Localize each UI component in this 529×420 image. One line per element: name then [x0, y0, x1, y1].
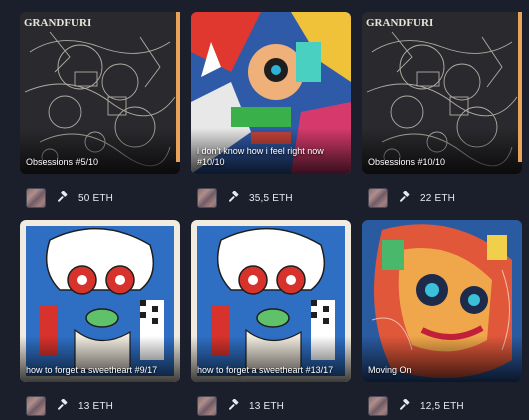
card-edge-accent [518, 12, 522, 162]
gavel-icon [58, 399, 68, 410]
nft-card[interactable]: GRANDFURI Obsessions #10/10 22 ETH [362, 12, 522, 212]
artwork-logo-text: GRANDFURI [24, 17, 91, 29]
nft-meta: 13 ETH [26, 396, 180, 416]
gavel-icon [400, 191, 410, 202]
nft-price: 22 ETH [420, 192, 456, 204]
nft-price: 13 ETH [78, 400, 114, 412]
nft-card[interactable]: GRANDFURI Obsessions #5/10 50 ETH [20, 12, 180, 212]
nft-title: Moving On [368, 365, 412, 375]
nft-artwork[interactable]: how to forget a sweetheart #13/17 [191, 220, 351, 382]
nft-meta: 12,5 ETH [368, 396, 522, 416]
nft-title: Obsessions #10/10 [368, 157, 446, 167]
owner-avatar[interactable] [197, 396, 217, 416]
nft-grid: GRANDFURI Obsessions #5/10 50 ETH i don'… [0, 0, 529, 416]
nft-title: how to forget a sweetheart #13/17 [197, 365, 334, 375]
nft-title: i don't know how i feel right now #10/10 [197, 146, 324, 167]
gavel-icon [58, 191, 68, 202]
nft-meta: 50 ETH [26, 188, 180, 208]
nft-title: how to forget a sweetheart #9/17 [26, 365, 158, 375]
nft-meta: 22 ETH [368, 188, 522, 208]
nft-artwork[interactable]: Moving On [362, 220, 522, 382]
owner-avatar[interactable] [368, 396, 388, 416]
gavel-icon [229, 399, 239, 410]
nft-price: 35,5 ETH [249, 192, 293, 204]
card-edge-accent [176, 12, 180, 162]
nft-price: 12,5 ETH [420, 400, 464, 412]
nft-price: 13 ETH [249, 400, 285, 412]
nft-card[interactable]: how to forget a sweetheart #13/17 13 ETH [191, 220, 351, 420]
nft-card[interactable]: i don't know how i feel right now #10/10… [191, 12, 351, 212]
nft-title: Obsessions #5/10 [26, 157, 99, 167]
nft-artwork[interactable]: GRANDFURI Obsessions #5/10 [20, 12, 180, 174]
owner-avatar[interactable] [197, 188, 217, 208]
owner-avatar[interactable] [26, 188, 46, 208]
nft-artwork[interactable]: how to forget a sweetheart #9/17 [20, 220, 180, 382]
nft-meta: 35,5 ETH [197, 188, 351, 208]
nft-artwork[interactable]: i don't know how i feel right now #10/10 [191, 12, 351, 174]
gavel-icon [229, 191, 239, 202]
nft-card[interactable]: Moving On 12,5 ETH [362, 220, 522, 420]
nft-artwork[interactable]: GRANDFURI Obsessions #10/10 [362, 12, 522, 174]
artwork-logo-text: GRANDFURI [366, 17, 433, 29]
nft-card[interactable]: how to forget a sweetheart #9/17 13 ETH [20, 220, 180, 420]
nft-price: 50 ETH [78, 192, 114, 204]
owner-avatar[interactable] [368, 188, 388, 208]
gavel-icon [400, 399, 410, 410]
owner-avatar[interactable] [26, 396, 46, 416]
nft-meta: 13 ETH [197, 396, 351, 416]
